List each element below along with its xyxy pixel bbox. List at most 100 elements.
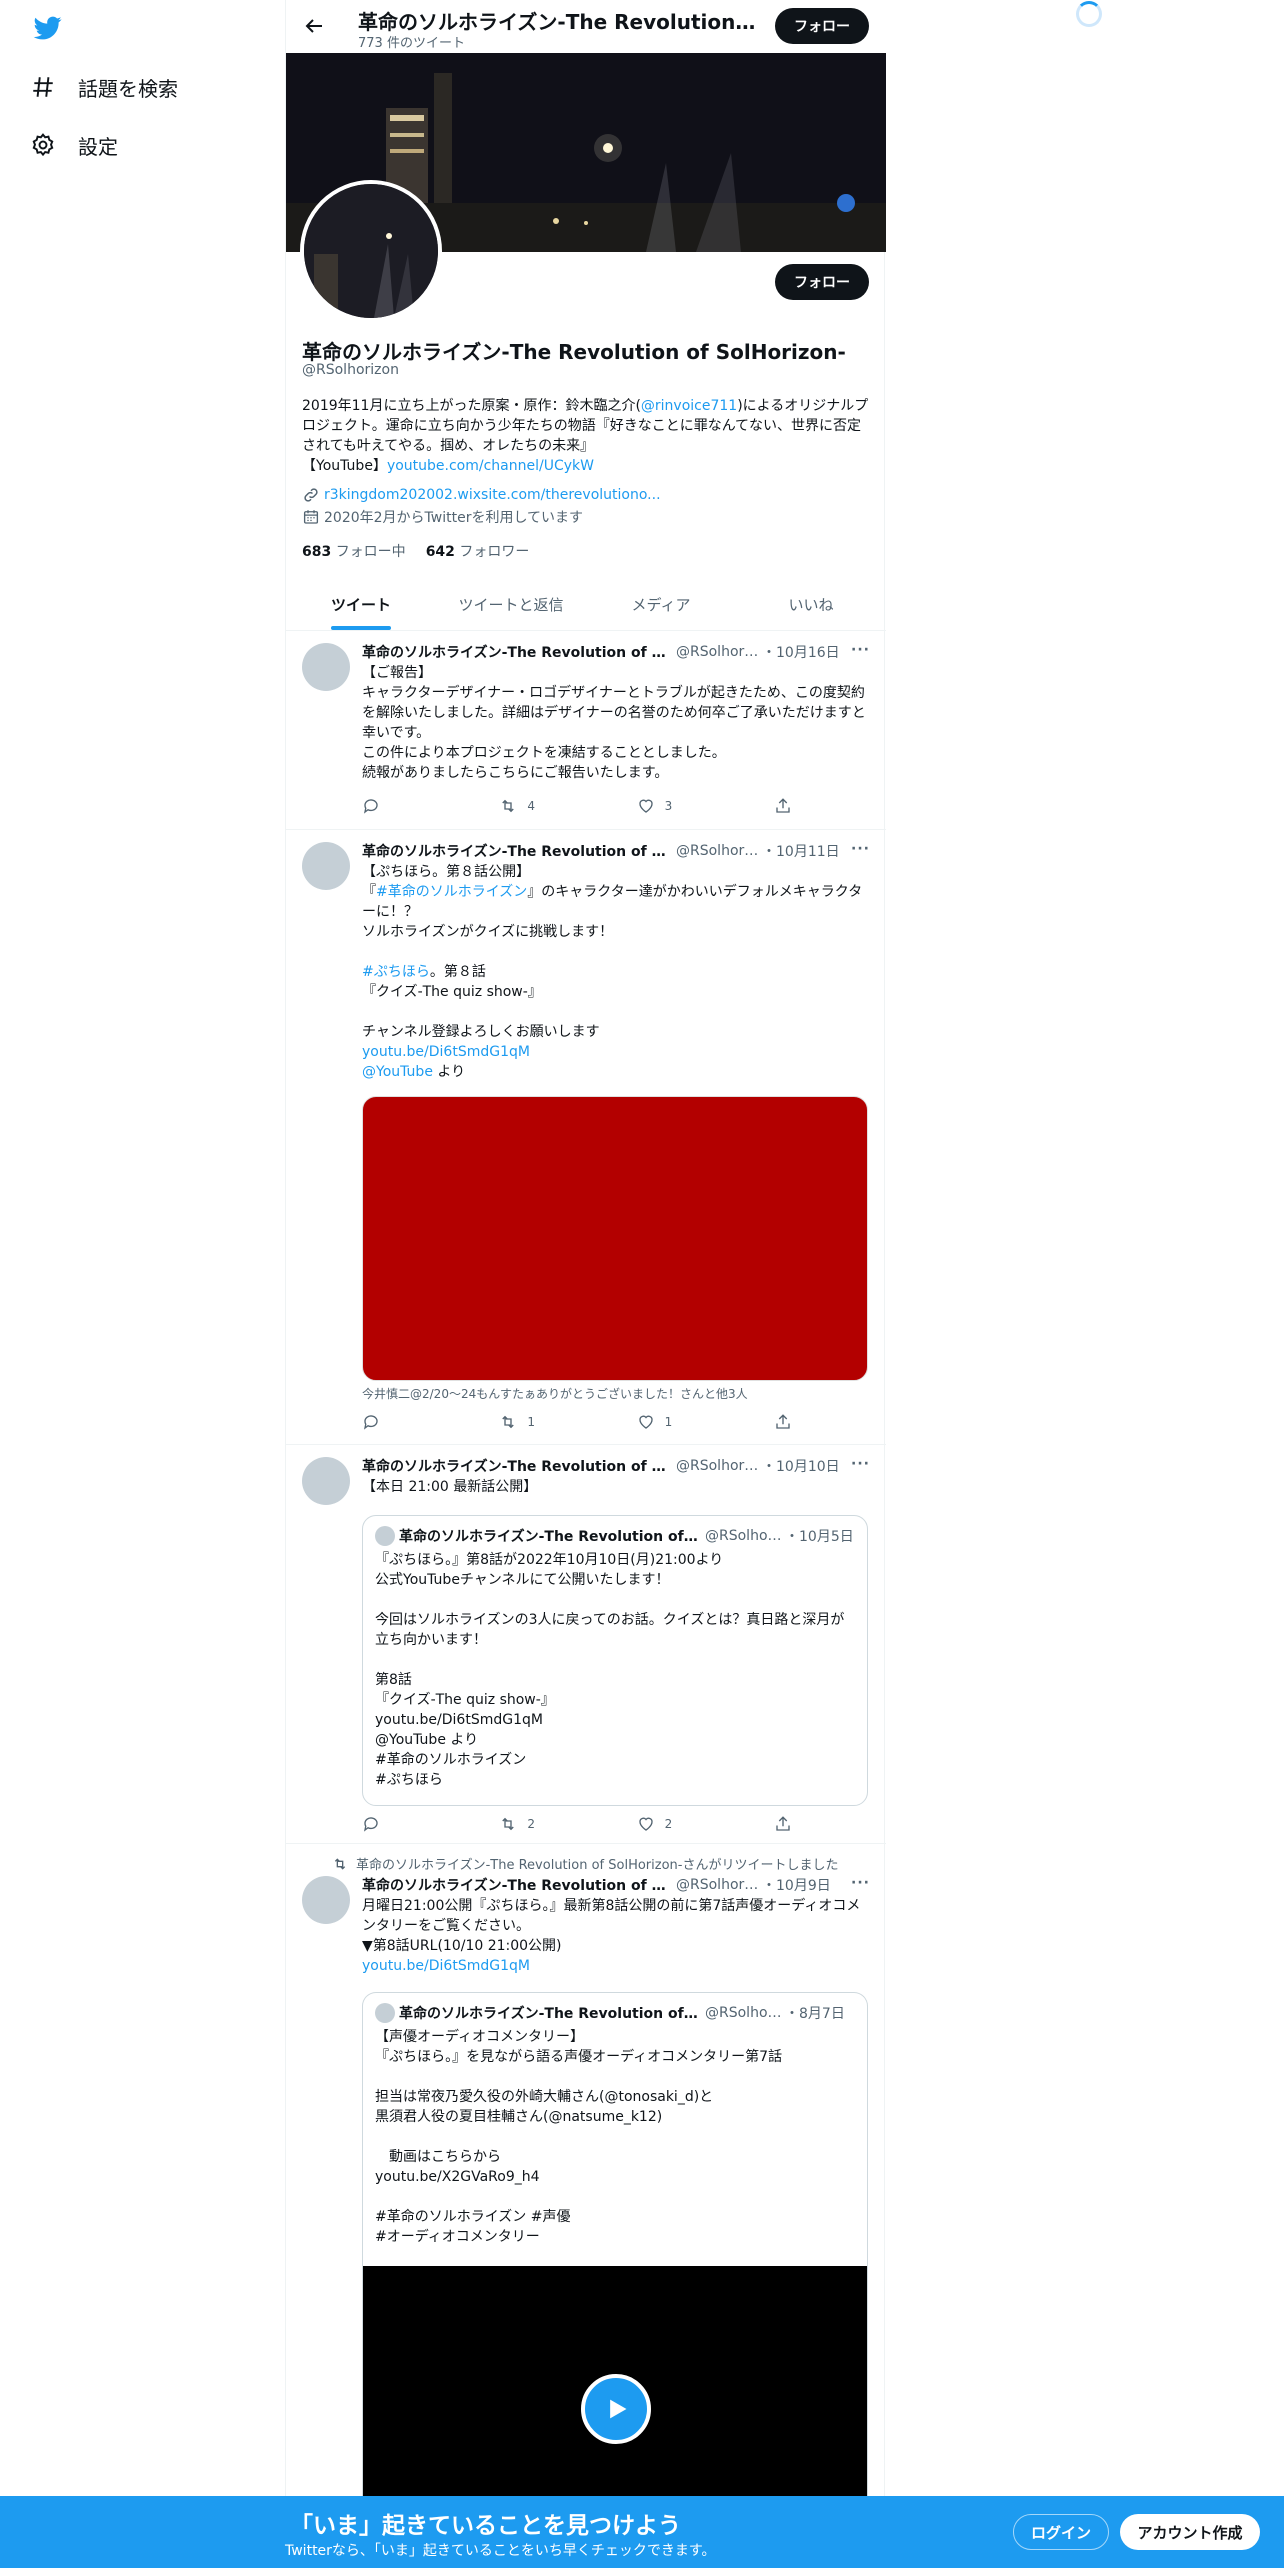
left-sidebar: 話題を検索 設定 bbox=[0, 0, 286, 2568]
profile-avatar[interactable] bbox=[300, 180, 442, 322]
quoted-author-handle: @RSolhorizon bbox=[705, 2005, 785, 2021]
url-link[interactable]: youtu.be/Di6tSmdG1qM bbox=[362, 1044, 530, 1060]
more-icon[interactable]: ··· bbox=[851, 642, 870, 658]
nav-explore[interactable]: 話題を検索 bbox=[30, 67, 178, 107]
retweet-icon bbox=[502, 1415, 515, 1429]
reply-button[interactable] bbox=[362, 1814, 442, 1834]
share-button[interactable] bbox=[774, 1814, 792, 1834]
tweet[interactable]: 革命のソルホライズン-The Revolution of SolHorizon-… bbox=[286, 631, 886, 830]
quoted-tweet-header: 革命のソルホライズン-The Revolution of SolHorizon-… bbox=[375, 1526, 855, 1546]
retweet-button[interactable]: 2 bbox=[499, 1814, 579, 1834]
retweet-icon bbox=[502, 1817, 515, 1831]
profile-follow-button[interactable]: フォロー bbox=[775, 264, 869, 300]
like-button[interactable]: 2 bbox=[637, 1814, 717, 1834]
tweet-date[interactable]: ・10月9日 bbox=[762, 1875, 831, 1895]
tweet-avatar[interactable] bbox=[302, 842, 350, 890]
like-count: 2 bbox=[664, 1817, 673, 1831]
bio-mention-link[interactable]: @rinvoice711 bbox=[641, 398, 737, 414]
header-follow-button[interactable]: フォロー bbox=[775, 8, 869, 44]
like-button[interactable]: 3 bbox=[637, 796, 717, 816]
tweet-text: 【ご報告】 キャラクターデザイナー・ロゴデザイナーとトラブルが起きたため、この度… bbox=[362, 665, 866, 781]
tweet-author-name[interactable]: 革命のソルホライズン-The Revolution of SolHorizon- bbox=[362, 642, 672, 662]
reply-icon bbox=[363, 1817, 378, 1832]
tweet-date[interactable]: ・10月10日 bbox=[762, 1456, 840, 1476]
website-link[interactable]: r3kingdom202002.wixsite.com/therevolutio… bbox=[324, 487, 661, 503]
like-count: 3 bbox=[664, 799, 673, 813]
url-link[interactable]: youtu.be/Di6tSmdG1qM bbox=[362, 1958, 530, 1974]
share-button[interactable] bbox=[774, 796, 792, 816]
signup-banner-subtitle: Twitterなら、「いま」起きていることをいち早くチェックできます。 bbox=[285, 2543, 716, 2559]
tweet-author-handle[interactable]: @RSolhorizon bbox=[676, 1458, 762, 1474]
following-link[interactable]: 683 フォロー中 bbox=[302, 541, 406, 561]
retweet-context: 革命のソルホライズン-The Revolution of SolHorizon-… bbox=[332, 1854, 838, 1873]
quoted-tweet[interactable]: 革命のソルホライズン-The Revolution of SolHorizon-… bbox=[362, 1992, 868, 2568]
reply-button[interactable] bbox=[362, 796, 442, 816]
login-button[interactable]: ログイン bbox=[1013, 2514, 1109, 2550]
more-icon[interactable]: ··· bbox=[851, 1875, 870, 1891]
tweet-date[interactable]: ・10月16日 bbox=[762, 642, 840, 662]
tweet-author-name[interactable]: 革命のソルホライズン-The Revolution of SolHorizon- bbox=[362, 841, 672, 861]
quoted-tweet[interactable]: 革命のソルホライズン-The Revolution of SolHorizon-… bbox=[362, 1515, 868, 1806]
tweet-author-handle[interactable]: @RSolhorizon bbox=[676, 1877, 762, 1893]
reply-button[interactable] bbox=[362, 1412, 442, 1432]
nav-settings-label: 設定 bbox=[78, 134, 118, 159]
tweet[interactable]: 革命のソルホライズン-The Revolution of SolHorizon-… bbox=[286, 830, 886, 1445]
nav-settings[interactable]: 設定 bbox=[30, 125, 118, 165]
mention-link[interactable]: @YouTube bbox=[362, 1064, 433, 1080]
retweet-count: 1 bbox=[527, 1415, 535, 1429]
bio-text: 2019年11月に立ち上がった原案・原作：鈴木臨之介( bbox=[302, 398, 641, 414]
tweet-author-name[interactable]: 革命のソルホライズン-The Revolution of SolHorizon- bbox=[362, 1456, 672, 1476]
tweet[interactable]: 革命のソルホライズン-The Revolution of SolHorizon-… bbox=[286, 1445, 886, 1844]
profile-header-bar: 革命のソルホライズン-The Revolution of SolHorizon-… bbox=[286, 0, 886, 53]
tweet-avatar[interactable] bbox=[302, 643, 350, 691]
like-button[interactable]: 1 bbox=[637, 1412, 717, 1432]
joined-date: 2020年2月からTwitterを利用しています bbox=[324, 510, 584, 526]
tweet-avatar[interactable] bbox=[302, 1876, 350, 1924]
quoted-date: ・8月7日 bbox=[785, 2006, 845, 2022]
quoted-avatar bbox=[375, 2003, 395, 2023]
tagged-users[interactable]: 今井慎二@2/20〜24もんすたぁありがとうございました！さんと他3人 bbox=[362, 1385, 748, 1402]
tab-media[interactable]: メディア bbox=[586, 578, 736, 630]
more-icon[interactable]: ··· bbox=[851, 1456, 870, 1472]
tweet-avatar[interactable] bbox=[302, 1457, 350, 1505]
hashtag-link[interactable]: #革命のソルホライズン bbox=[376, 884, 527, 900]
quoted-tweet-text: 【声優オーディオコメンタリー】 『ぷちほら。』を見ながら語る声優オーディオコメン… bbox=[375, 2029, 783, 2245]
twitter-bird-icon[interactable] bbox=[32, 14, 64, 42]
more-icon[interactable]: ··· bbox=[851, 841, 870, 857]
tweet-actions: 1 1 bbox=[362, 1412, 792, 1432]
following-count: 683 bbox=[302, 544, 332, 560]
play-button[interactable] bbox=[581, 2374, 651, 2444]
followers-link[interactable]: 642 フォロワー bbox=[426, 541, 530, 561]
heart-icon bbox=[638, 1817, 653, 1831]
retweet-button[interactable]: 1 bbox=[499, 1412, 579, 1432]
nav-explore-label: 話題を検索 bbox=[78, 76, 178, 101]
tweet-author-handle[interactable]: @RSolhorizon bbox=[676, 644, 762, 660]
tab-likes[interactable]: いいね bbox=[736, 578, 886, 630]
create-account-button[interactable]: アカウント作成 bbox=[1120, 2514, 1260, 2550]
tweet-header: 革命のソルホライズン-The Revolution of SolHorizon-… bbox=[362, 841, 870, 861]
bio-youtube-link[interactable]: youtube.com/channel/UCykW bbox=[387, 458, 594, 474]
tweet-date[interactable]: ・10月11日 bbox=[762, 841, 840, 861]
tab-tweets[interactable]: ツイート bbox=[286, 578, 436, 630]
header-title: 革命のソルホライズン-The Revolution of SolHorizon- bbox=[358, 10, 758, 34]
tab-tweets-and-replies[interactable]: ツイートと返信 bbox=[436, 578, 586, 630]
video-thumbnail[interactable] bbox=[362, 1096, 868, 1381]
retweet-button[interactable]: 4 bbox=[499, 796, 579, 816]
quoted-tweet-header: 革命のソルホライズン-The Revolution of SolHorizon-… bbox=[375, 2003, 855, 2023]
followers-label: フォロワー bbox=[459, 544, 530, 560]
hashtag-link[interactable]: #ぷちほら bbox=[362, 964, 430, 980]
share-icon bbox=[776, 798, 790, 813]
profile-tabs: ツイート ツイートと返信 メディア いいね bbox=[286, 578, 886, 631]
retweet-label[interactable]: 革命のソルホライズン-The Revolution of SolHorizon-… bbox=[356, 1854, 838, 1873]
heart-icon bbox=[638, 799, 653, 813]
share-button[interactable] bbox=[774, 1412, 792, 1432]
signup-banner: 「いま」起きていることを見つけよう Twitterなら、「いま」起きていることを… bbox=[0, 2496, 1284, 2568]
share-icon bbox=[776, 1414, 790, 1429]
back-arrow-icon[interactable] bbox=[302, 14, 326, 38]
tweet-author-name[interactable]: 革命のソルホライズン-The Revolution of SolHorizon- bbox=[362, 1875, 672, 1895]
tweet[interactable]: 革命のソルホライズン-The Revolution of SolHorizon-… bbox=[286, 1844, 886, 2568]
reply-icon bbox=[363, 1415, 378, 1430]
gear-icon bbox=[32, 133, 54, 157]
quoted-avatar bbox=[375, 1526, 395, 1546]
tweet-author-handle[interactable]: @RSolhorizon bbox=[676, 843, 762, 859]
